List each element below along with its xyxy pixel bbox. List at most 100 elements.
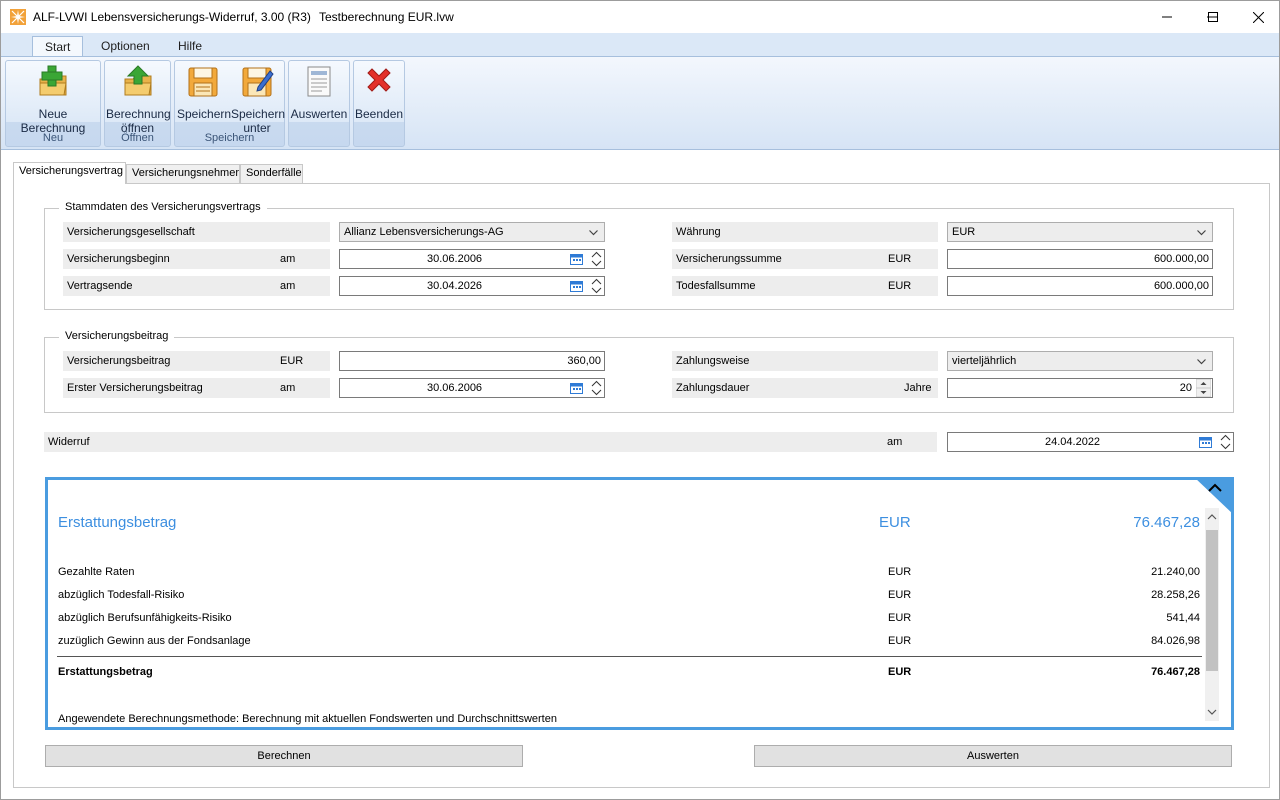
first-premium-unit: am: [280, 382, 296, 394]
payment-mode-select[interactable]: vierteljährlich: [947, 351, 1213, 371]
revocation-unit: am: [887, 436, 903, 448]
new-calculation-button[interactable]: Neue Berechnung: [8, 63, 98, 135]
premium-amount-input[interactable]: 360,00: [339, 351, 605, 371]
calendar-icon[interactable]: [570, 253, 583, 265]
row-currency: EUR: [888, 612, 912, 624]
calculate-button[interactable]: Berechnen: [45, 745, 523, 767]
currency-label: Währung: [672, 222, 938, 242]
first-premium-label: Erster Versicherungsbeitrag am: [63, 378, 330, 398]
first-premium-date-value: 30.06.2006: [427, 382, 483, 394]
company-select[interactable]: Allianz Lebensversicherungs-AG: [339, 222, 605, 242]
exit-label: Beenden: [355, 107, 404, 121]
death-sum-label-text: Todesfallsumme: [676, 280, 756, 292]
save-button[interactable]: Speichern: [177, 63, 232, 121]
payment-mode-label: Zahlungsweise: [672, 351, 938, 371]
close-window-button[interactable]: [1235, 1, 1279, 33]
chevron-down-icon: [1197, 359, 1206, 365]
payment-duration-value: 20: [1179, 382, 1192, 394]
row-value: 21.240,00: [1151, 566, 1200, 578]
ribbon-tab-optionen[interactable]: Optionen: [89, 36, 162, 57]
death-sum-value: 600.000,00: [1153, 280, 1209, 292]
spinner-icon[interactable]: [591, 380, 602, 396]
new-calculation-icon: [39, 65, 67, 96]
begin-label-text: Versicherungsbeginn: [67, 253, 170, 265]
exit-button[interactable]: Beenden: [355, 63, 403, 121]
stepper-arrows-icon[interactable]: [1196, 379, 1211, 397]
premium-amount-value: 360,00: [567, 355, 601, 367]
spinner-icon[interactable]: [591, 278, 602, 294]
premium-group-title: Versicherungsbeitrag: [59, 330, 175, 342]
save-as-button[interactable]: Speichern unter: [231, 63, 285, 135]
refund-headline-value: 76.467,28: [1133, 514, 1200, 531]
first-premium-date-picker[interactable]: 30.06.2006: [339, 378, 605, 398]
maximize-button[interactable]: [1190, 1, 1236, 33]
calendar-icon[interactable]: [570, 280, 583, 292]
premium-amount-label-text: Versicherungsbeitrag: [67, 355, 171, 367]
ribbon-group-auswerten: Auswerten: [288, 60, 350, 147]
maximize-icon: [1208, 12, 1218, 22]
report-icon: [307, 66, 331, 97]
spinner-icon[interactable]: [591, 251, 602, 267]
begin-date-picker[interactable]: 30.06.2006: [339, 249, 605, 269]
scrollbar-thumb[interactable]: [1206, 530, 1218, 671]
open-calculation-label-1: Berechnung: [106, 107, 171, 121]
payment-duration-stepper[interactable]: 20: [947, 378, 1213, 398]
revocation-label-text: Widerruf: [48, 436, 90, 448]
revocation-date-picker[interactable]: 24.04.2022: [947, 432, 1234, 452]
death-sum-input[interactable]: 600.000,00: [947, 276, 1213, 296]
end-label: Vertragsende am: [63, 276, 330, 296]
currency-label-text: Währung: [676, 226, 721, 238]
sum-input[interactable]: 600.000,00: [947, 249, 1213, 269]
death-sum-unit: EUR: [888, 280, 912, 292]
save-label: Speichern: [177, 107, 232, 121]
app-title: ALF-LVWI Lebensversicherungs-Widerruf, 3…: [33, 10, 311, 24]
death-sum-label: Todesfallsumme EUR: [672, 276, 938, 296]
revocation-label: Widerruf am: [44, 432, 937, 452]
ribbon-tab-start[interactable]: Start: [32, 36, 84, 57]
company-value: Allianz Lebensversicherungs-AG: [344, 226, 504, 238]
refund-headline-currency: EUR: [879, 514, 911, 531]
close-x-icon: [367, 68, 391, 92]
total-label: Erstattungsbetrag: [58, 666, 153, 678]
ribbon-tab-hilfe[interactable]: Hilfe: [166, 36, 214, 57]
close-icon: [1252, 11, 1264, 23]
evaluate-ribbon-button[interactable]: Auswerten: [290, 63, 348, 121]
scroll-down-icon[interactable]: [1207, 708, 1217, 716]
new-calculation-label: Neue Berechnung: [20, 107, 86, 135]
row-currency: EUR: [888, 635, 912, 647]
chevron-down-icon: [589, 230, 598, 236]
evaluate-button[interactable]: Auswerten: [754, 745, 1232, 767]
row-label: abzüglich Todesfall-Risiko: [58, 589, 185, 601]
tab-versicherungsnehmer[interactable]: Versicherungsnehmer: [126, 164, 240, 183]
ribbon-tab-bar: Start Optionen Hilfe: [1, 33, 1279, 57]
sum-divider: [57, 656, 1202, 657]
tab-versicherungsvertrag[interactable]: Versicherungsvertrag: [13, 162, 126, 184]
company-label-text: Versicherungsgesellschaft: [67, 226, 195, 238]
currency-select[interactable]: EUR: [947, 222, 1213, 242]
end-label-text: Vertragsende: [67, 280, 133, 292]
minimize-button-2[interactable]: [1144, 1, 1190, 33]
row-value: 84.026,98: [1151, 635, 1200, 647]
premium-amount-unit: EUR: [280, 355, 304, 367]
spinner-icon[interactable]: [1220, 434, 1231, 450]
title-bar[interactable]: ALF-LVWI Lebensversicherungs-Widerruf, 3…: [1, 1, 1279, 33]
calendar-icon[interactable]: [570, 382, 583, 394]
tab-sonderfaelle[interactable]: Sonderfälle: [240, 164, 303, 183]
minimize-icon-2: [1162, 16, 1172, 18]
row-value: 541,44: [1166, 612, 1200, 624]
scroll-up-icon[interactable]: [1207, 513, 1217, 521]
document-title: Testberechnung EUR.lvw: [319, 10, 454, 24]
result-scrollbar[interactable]: [1205, 508, 1219, 721]
revocation-date-value: 24.04.2022: [1045, 436, 1101, 448]
total-currency: EUR: [888, 666, 912, 678]
end-date-picker[interactable]: 30.04.2026: [339, 276, 605, 296]
ribbon: Neue Berechnung Neu Berechnung öffnen Öf…: [1, 56, 1279, 150]
open-calculation-button[interactable]: Berechnung öffnen: [106, 63, 171, 135]
contract-group-title: Stammdaten des Versicherungsvertrags: [59, 201, 267, 213]
row-value: 28.258,26: [1151, 589, 1200, 601]
row-label: abzüglich Berufsunfähigkeits-Risiko: [58, 612, 232, 624]
result-panel: Erstattungsbetrag EUR 76.467,28 Gezahlte…: [45, 477, 1234, 730]
ribbon-group-oeffnen: Berechnung öffnen Öffnen: [104, 60, 171, 147]
ribbon-group-oeffnen-label: Öffnen: [121, 132, 154, 144]
calendar-icon[interactable]: [1199, 436, 1212, 448]
